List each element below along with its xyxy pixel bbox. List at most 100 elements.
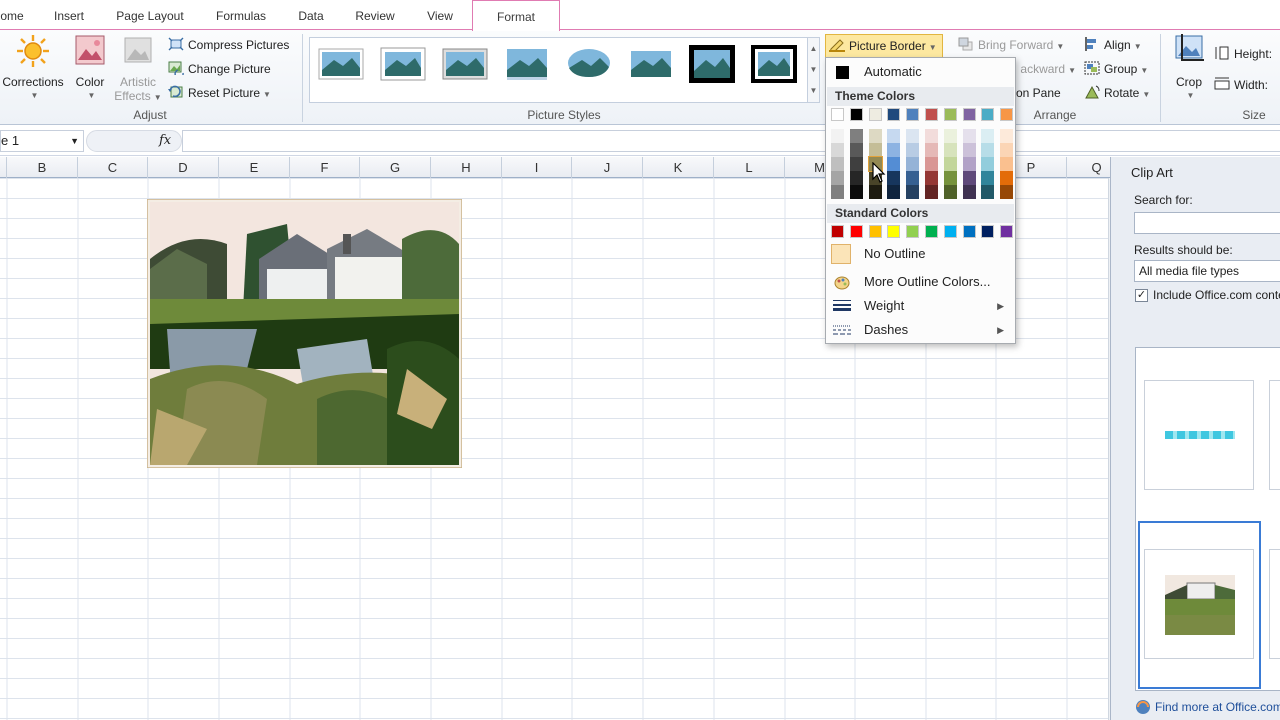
style-thumb[interactable] [380,46,426,82]
theme-shade-swatch[interactable] [943,157,957,171]
standard-color-swatch[interactable] [943,225,957,238]
clip-result-partial[interactable] [1269,380,1280,490]
group-button[interactable]: Group ▼ [1084,59,1148,79]
theme-shade-swatch[interactable] [962,129,976,143]
theme-shade-swatch[interactable] [868,129,882,143]
weight-option[interactable]: Weight ▶ [827,294,1014,318]
standard-color-swatch[interactable] [849,225,863,238]
theme-shade-swatch[interactable] [887,129,901,143]
column-header-l[interactable]: L [714,157,785,178]
standard-color-swatch[interactable] [906,225,920,238]
clip-result-partial[interactable] [1269,549,1280,659]
theme-color-swatch[interactable] [906,108,920,121]
theme-shade-swatch[interactable] [887,171,901,185]
theme-shade-swatch[interactable] [849,143,863,157]
theme-color-swatch[interactable] [887,108,901,121]
theme-shade-swatch[interactable] [849,157,863,171]
width-field[interactable]: Width: [1214,75,1268,95]
theme-shade-swatch[interactable] [831,171,844,185]
tab-review[interactable]: Review [346,0,404,30]
reset-picture-button[interactable]: Reset Picture ▼ [168,83,271,103]
theme-shade-swatch[interactable] [906,157,920,171]
standard-color-swatch[interactable] [981,225,995,238]
theme-shade-swatch[interactable] [906,185,920,199]
theme-shade-swatch[interactable] [943,171,957,185]
rotate-button[interactable]: Rotate ▼ [1084,83,1150,103]
column-header-d[interactable]: D [148,157,219,178]
gallery-scroll-up[interactable]: ▲ [807,38,819,59]
tab-formulas[interactable]: Formulas [206,0,276,30]
theme-color-swatch[interactable] [962,108,976,121]
theme-shade-swatch[interactable] [1000,185,1014,199]
theme-shade-swatch[interactable] [831,185,844,199]
theme-shade-swatch[interactable] [849,129,863,143]
formula-input[interactable] [182,130,1280,152]
theme-shade-swatch[interactable] [831,157,844,171]
selection-pane-button[interactable]: on Pane [1016,83,1061,103]
theme-shade-swatch[interactable] [925,143,938,157]
theme-shade-swatch[interactable] [868,143,882,157]
align-button[interactable]: Align ▼ [1084,35,1142,55]
style-thumb[interactable] [566,46,612,82]
tab-insert[interactable]: Insert [42,0,96,30]
style-thumb[interactable] [750,44,798,84]
theme-shade-swatch[interactable] [887,143,901,157]
theme-color-swatch[interactable] [868,108,882,121]
column-header-i[interactable]: I [502,157,572,178]
column-header-e[interactable]: E [219,157,290,178]
style-thumb[interactable] [318,46,364,82]
standard-color-swatch[interactable] [831,225,844,238]
no-outline-option[interactable]: No Outline [827,242,1014,266]
theme-color-swatch[interactable] [981,108,995,121]
column-header-j[interactable]: J [572,157,643,178]
theme-color-swatch[interactable] [943,108,957,121]
theme-color-swatch[interactable] [1000,108,1014,121]
theme-shade-swatch[interactable] [943,185,957,199]
clip-result-selected[interactable] [1138,521,1261,689]
theme-shade-swatch[interactable] [981,185,995,199]
theme-shade-swatch[interactable] [831,129,844,143]
tab-page-layout[interactable]: Page Layout [108,0,192,30]
column-header-h[interactable]: H [431,157,502,178]
theme-shade-swatch[interactable] [868,185,882,199]
theme-shade-swatch[interactable] [981,157,995,171]
picture-styles-gallery[interactable]: ▲ ▼ ▼ [309,37,820,103]
inserted-picture[interactable] [147,199,462,468]
column-header-k[interactable]: K [643,157,714,178]
crop-button[interactable]: Crop ▼ [1168,34,1210,103]
clip-result[interactable] [1144,380,1254,490]
insert-function-button[interactable]: fx [159,133,171,148]
name-box[interactable]: e 1 ▼ [0,130,84,152]
theme-shade-swatch[interactable] [943,129,957,143]
media-type-select[interactable]: All media file types [1134,260,1280,282]
gallery-more[interactable]: ▼ [807,80,819,102]
theme-shade-swatch[interactable] [906,143,920,157]
tab-view[interactable]: View [418,0,462,30]
theme-shade-swatch[interactable] [962,185,976,199]
dashes-option[interactable]: Dashes ▶ [827,318,1014,342]
theme-shade-swatch[interactable] [906,129,920,143]
style-thumb[interactable] [688,44,736,84]
standard-color-swatch[interactable] [925,225,938,238]
standard-color-swatch[interactable] [962,225,976,238]
column-header-c[interactable]: C [78,157,148,178]
search-input[interactable] [1134,212,1280,234]
bring-forward-button[interactable]: Bring Forward ▼ [958,35,1064,55]
compress-pictures-button[interactable]: Compress Pictures [168,35,289,55]
theme-shade-swatch[interactable] [981,129,995,143]
theme-shade-swatch[interactable] [887,157,901,171]
column-header-g[interactable]: G [360,157,431,178]
color-button[interactable]: Color ▼ [68,34,112,103]
theme-shade-swatch[interactable] [831,143,844,157]
theme-shade-swatch[interactable] [925,129,938,143]
column-header-b[interactable]: B [7,157,78,178]
theme-shade-swatch[interactable] [1000,143,1014,157]
include-office-checkbox[interactable]: ✓ [1135,289,1148,302]
style-thumb[interactable] [442,46,488,82]
standard-color-swatch[interactable] [1000,225,1014,238]
theme-shade-swatch[interactable] [981,171,995,185]
theme-shade-swatch[interactable] [1000,129,1014,143]
style-thumb[interactable] [628,46,674,82]
picture-border-button[interactable]: Picture Border ▼ [825,34,943,58]
theme-shade-swatch[interactable] [887,185,901,199]
